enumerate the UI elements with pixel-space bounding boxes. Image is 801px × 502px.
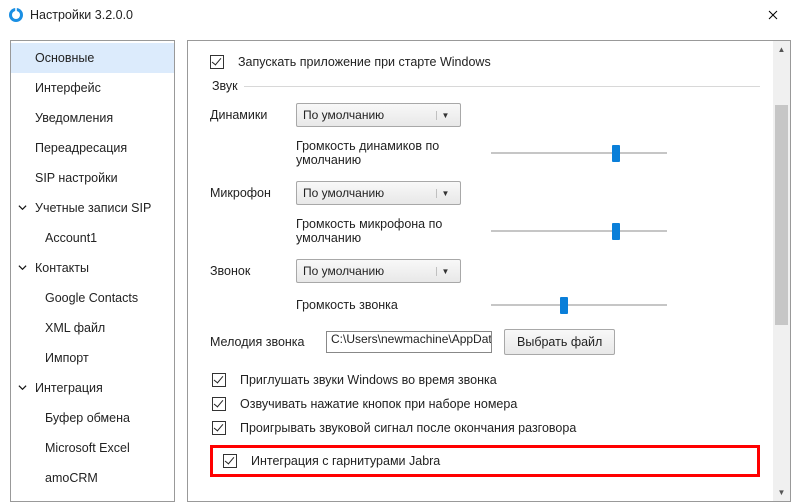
tree-item-label: Учетные записи SIP [29, 201, 151, 215]
chevron-down-icon[interactable] [15, 203, 29, 214]
tree-item[interactable]: Microsoft Excel [11, 433, 174, 463]
titlebar: Настройки 3.2.0.0 [0, 0, 801, 30]
tree-item-label: Буфер обмена [39, 411, 130, 425]
sound-legend: Звук [210, 79, 244, 93]
melody-label: Мелодия звонка [210, 335, 320, 349]
chevron-down-icon[interactable] [15, 383, 29, 394]
settings-main-panel: Запускать приложение при старте Windows … [187, 40, 791, 502]
tree-item-label: Импорт [39, 351, 89, 365]
speakers-label: Динамики [210, 108, 290, 122]
mute-windows-checkbox[interactable] [212, 373, 226, 387]
tree-item-label: Переадресация [17, 141, 127, 155]
speakers-select[interactable]: По умолчанию ▼ [296, 103, 461, 127]
tree-item[interactable]: Контакты [11, 253, 174, 283]
tree-item[interactable]: Переадресация [11, 133, 174, 163]
tree-item[interactable]: Account1 [11, 223, 174, 253]
autostart-label: Запускать приложение при старте Windows [238, 55, 491, 69]
tree-item-label: Microsoft Excel [39, 441, 130, 455]
tree-item[interactable]: Основные [11, 43, 174, 73]
app-icon [8, 7, 24, 23]
jabra-highlight: Интеграция с гарнитурами Jabra [210, 445, 760, 477]
tree-item-label: Account1 [39, 231, 97, 245]
mic-volume-slider[interactable] [491, 221, 667, 241]
ring-select[interactable]: По умолчанию ▼ [296, 259, 461, 283]
chevron-down-icon[interactable] [15, 263, 29, 274]
tree-item-label: SIP настройки [17, 171, 118, 185]
tree-item-label: Контакты [29, 261, 89, 275]
tree-item-label: Интерфейс [17, 81, 101, 95]
settings-tree[interactable]: Основные Интерфейс Уведомления Переадресаци… [10, 40, 175, 502]
tree-item[interactable]: Интерфейс [11, 73, 174, 103]
mic-volume-label: Громкость микрофона по умолчанию [296, 217, 491, 245]
tree-item-label: Уведомления [17, 111, 113, 125]
tree-item[interactable]: Учетные записи SIP [11, 193, 174, 223]
sound-group: Звук Динамики По умолчанию ▼ Громкость д… [210, 79, 760, 477]
scroll-thumb[interactable] [775, 105, 788, 325]
jabra-checkbox[interactable] [223, 454, 237, 468]
ring-volume-slider[interactable] [491, 295, 667, 315]
scrollbar[interactable]: ▲ ▼ [773, 41, 790, 501]
window-title: Настройки 3.2.0.0 [30, 8, 753, 22]
tree-item-label: Интеграция [29, 381, 103, 395]
ring-volume-label: Громкость звонка [296, 298, 491, 312]
tree-item[interactable]: Google Contacts [11, 283, 174, 313]
scroll-up-arrow[interactable]: ▲ [773, 41, 790, 58]
end-call-checkbox[interactable] [212, 421, 226, 435]
chevron-down-icon: ▼ [436, 267, 454, 276]
tree-item[interactable]: Уведомления [11, 103, 174, 133]
tree-item-label: amoCRM [39, 471, 98, 485]
tree-item-label: XML файл [39, 321, 105, 335]
chevron-down-icon: ▼ [436, 189, 454, 198]
browse-button[interactable]: Выбрать файл [504, 329, 615, 355]
speakers-volume-label: Громкость динамиков по умолчанию [296, 139, 491, 167]
tree-item[interactable]: SIP настройки [11, 163, 174, 193]
ring-label: Звонок [210, 264, 290, 278]
tree-item[interactable]: Буфер обмена [11, 403, 174, 433]
close-button[interactable] [753, 0, 793, 30]
tree-item[interactable]: Интеграция [11, 373, 174, 403]
scroll-down-arrow[interactable]: ▼ [773, 484, 790, 501]
mic-select[interactable]: По умолчанию ▼ [296, 181, 461, 205]
mute-windows-label: Приглушать звуки Windows во время звонка [240, 373, 497, 387]
tree-item[interactable]: amoCRM [11, 463, 174, 493]
mic-label: Микрофон [210, 186, 290, 200]
dial-click-label: Озвучивать нажатие кнопок при наборе ном… [240, 397, 517, 411]
speakers-volume-slider[interactable] [491, 143, 667, 163]
melody-path-input[interactable]: C:\Users\newmachine\AppDat [326, 331, 492, 353]
tree-item-label: Основные [17, 51, 94, 65]
chevron-down-icon: ▼ [436, 111, 454, 120]
autostart-checkbox[interactable] [210, 55, 224, 69]
tree-item[interactable]: XML файл [11, 313, 174, 343]
end-call-label: Проигрывать звуковой сигнал после оконча… [240, 421, 576, 435]
jabra-label: Интеграция с гарнитурами Jabra [251, 454, 440, 468]
tree-item-label: Google Contacts [39, 291, 138, 305]
dial-click-checkbox[interactable] [212, 397, 226, 411]
tree-item[interactable]: Импорт [11, 343, 174, 373]
